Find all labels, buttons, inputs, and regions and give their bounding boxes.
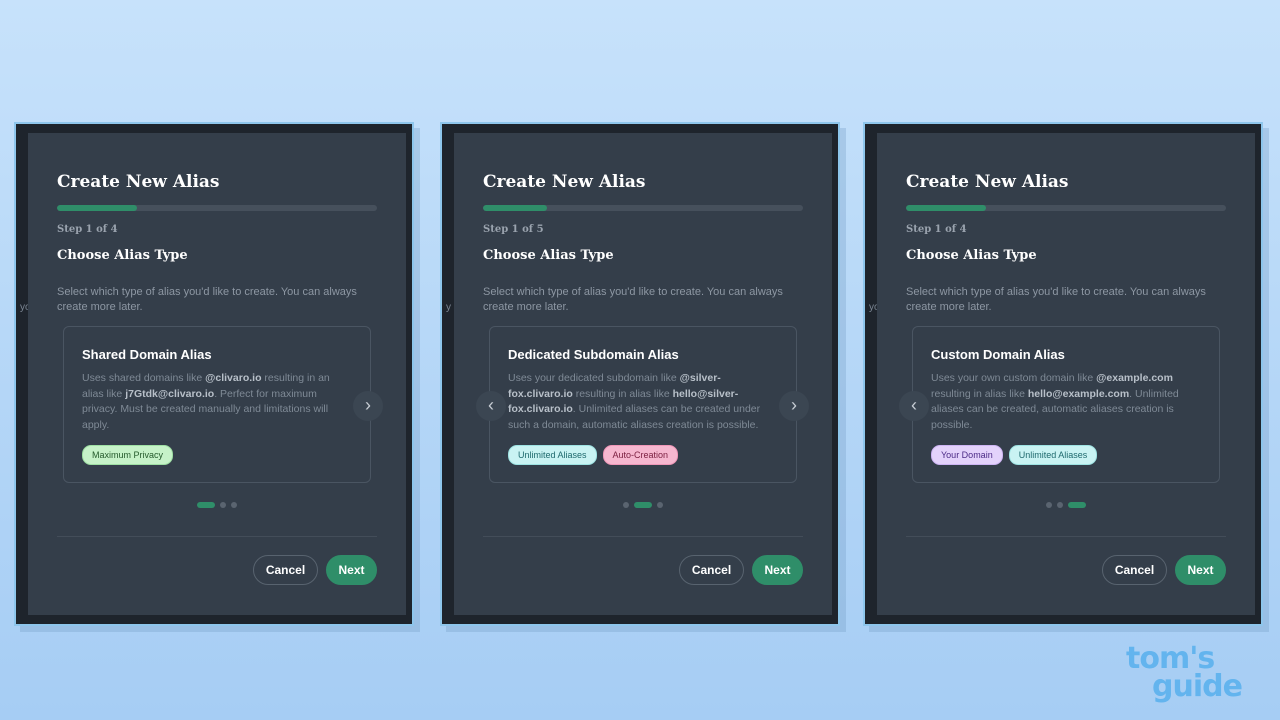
section-subtitle: Choose Alias Type xyxy=(57,248,188,263)
progress-bar xyxy=(906,205,1226,211)
section-description: Select which type of alias you'd like to… xyxy=(57,286,357,313)
feature-tag: Your Domain xyxy=(931,445,1003,465)
card-description: Uses your own custom domain like @exampl… xyxy=(931,371,1199,433)
card-tags: Unlimited Aliases Auto-Creation xyxy=(508,445,679,465)
card-description: Uses your dedicated subdomain like @silv… xyxy=(508,371,776,433)
feature-tag: Maximum Privacy xyxy=(82,445,174,465)
card-tags: Your Domain Unlimited Aliases xyxy=(931,445,1098,465)
footer-divider xyxy=(483,536,803,537)
card-text-segment: hello@example.com xyxy=(1027,387,1130,400)
create-alias-dialog: Create New Alias Step 1 of 4 Choose Alias … xyxy=(28,133,406,615)
carousel-dots xyxy=(28,502,406,508)
carousel-dot[interactable] xyxy=(1046,502,1052,508)
section-description: Select which type of alias you'd like to… xyxy=(483,286,783,313)
card-text-segment: Uses shared domains like xyxy=(82,372,206,384)
alias-wizard-panel: yo Create New Alias Step 1 of 4 Choose Alia… xyxy=(863,122,1263,626)
chevron-right-icon[interactable]: › xyxy=(353,391,383,421)
alias-type-card[interactable]: Custom Domain Alias Uses your own custom … xyxy=(912,326,1220,483)
alias-type-card[interactable]: Shared Domain Alias Uses shared domains l… xyxy=(63,326,371,483)
create-alias-dialog: Create New Alias Step 1 of 5 Choose Alias … xyxy=(454,133,832,615)
card-tags: Maximum Privacy xyxy=(82,445,174,465)
next-button[interactable]: Next xyxy=(752,555,803,585)
feature-tag: Auto-Creation xyxy=(602,445,679,465)
feature-tag: Unlimited Aliases xyxy=(1008,445,1098,465)
card-description: Uses shared domains like @clivaro.io res… xyxy=(82,371,350,433)
carousel-dot[interactable] xyxy=(1068,502,1086,508)
step-indicator: Step 1 of 5 xyxy=(483,224,544,235)
card-title: Custom Domain Alias xyxy=(931,347,1065,362)
dialog-title: Create New Alias xyxy=(57,172,220,192)
next-button[interactable]: Next xyxy=(1175,555,1226,585)
progress-bar xyxy=(483,205,803,211)
card-text-segment: j7Gtdk@clivaro.io xyxy=(125,387,215,400)
dialog-title: Create New Alias xyxy=(483,172,646,192)
carousel-dot[interactable] xyxy=(634,502,652,508)
next-button[interactable]: Next xyxy=(326,555,377,585)
toms-guide-logo: tom's guide xyxy=(1124,642,1254,712)
cancel-button[interactable]: Cancel xyxy=(679,555,744,585)
card-text-segment: Uses your own custom domain like xyxy=(931,372,1097,384)
cancel-button[interactable]: Cancel xyxy=(1102,555,1167,585)
step-indicator: Step 1 of 4 xyxy=(57,224,118,235)
carousel-dot[interactable] xyxy=(220,502,226,508)
cancel-button[interactable]: Cancel xyxy=(253,555,318,585)
card-text-segment: Uses your dedicated subdomain like xyxy=(508,372,680,384)
chevron-left-icon[interactable]: ‹ xyxy=(476,391,506,421)
carousel-dot[interactable] xyxy=(657,502,663,508)
footer-divider xyxy=(57,536,377,537)
carousel-dot[interactable] xyxy=(623,502,629,508)
section-subtitle: Choose Alias Type xyxy=(483,248,614,263)
progress-bar xyxy=(57,205,377,211)
card-title: Dedicated Subdomain Alias xyxy=(508,347,679,362)
card-text-segment: resulting in alias like xyxy=(931,387,1028,400)
logo-line-2: guide xyxy=(1152,669,1243,704)
carousel-dots xyxy=(877,502,1255,508)
dialog-title: Create New Alias xyxy=(906,172,1069,192)
background-text: y xyxy=(446,302,451,313)
feature-tag: Unlimited Aliases xyxy=(508,445,597,465)
alias-wizard-panel: yo Create New Alias Step 1 of 4 Choose Alia… xyxy=(14,122,414,626)
create-alias-dialog: Create New Alias Step 1 of 4 Choose Alias … xyxy=(877,133,1255,615)
carousel-dot[interactable] xyxy=(231,502,237,508)
chevron-left-icon[interactable]: ‹ xyxy=(899,391,929,421)
carousel-dots xyxy=(454,502,832,508)
card-text-segment: resulting in alias like xyxy=(572,387,673,400)
carousel-dot[interactable] xyxy=(197,502,215,508)
carousel-dot[interactable] xyxy=(1057,502,1063,508)
progress-fill xyxy=(483,205,547,211)
progress-fill xyxy=(906,205,986,211)
footer-divider xyxy=(906,536,1226,537)
card-text-segment: @example.com xyxy=(1096,372,1173,384)
section-subtitle: Choose Alias Type xyxy=(906,248,1037,263)
card-text-segment: @clivaro.io xyxy=(205,372,262,384)
chevron-right-icon[interactable]: › xyxy=(779,391,809,421)
progress-fill xyxy=(57,205,137,211)
alias-wizard-panel: y Create New Alias Step 1 of 5 Choose Alias… xyxy=(440,122,840,626)
section-description: Select which type of alias you'd like to… xyxy=(906,286,1206,313)
step-indicator: Step 1 of 4 xyxy=(906,224,967,235)
card-title: Shared Domain Alias xyxy=(82,347,212,362)
alias-type-card[interactable]: Dedicated Subdomain Alias Uses your dedic… xyxy=(489,326,797,483)
